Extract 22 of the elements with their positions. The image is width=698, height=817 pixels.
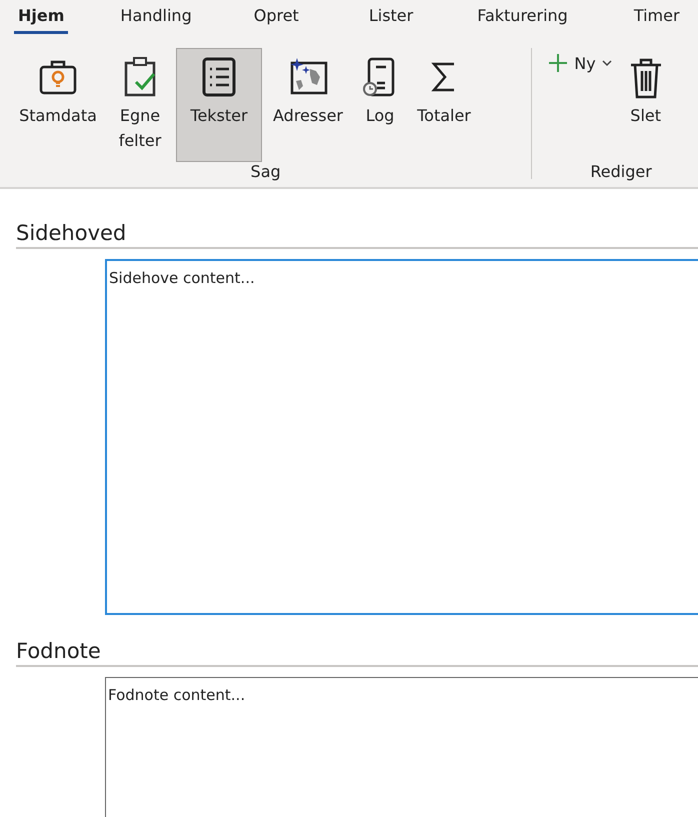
ribbon-tab[interactable]: Fakturering <box>473 0 572 34</box>
ribbon-button[interactable]: Egne felter <box>104 48 176 162</box>
group-label: Sag <box>250 162 282 183</box>
ribbon-tab[interactable]: Lister <box>364 0 418 34</box>
group-label: Rediger <box>589 162 653 183</box>
new-button[interactable]: Ny <box>544 48 616 78</box>
ribbon-button[interactable]: Adresser <box>262 48 354 162</box>
ribbon-button[interactable]: Slet <box>616 48 676 162</box>
ribbon-button[interactable]: Totaler <box>406 48 482 162</box>
ribbon-tab[interactable]: Hjem <box>14 0 68 34</box>
ribbon-button[interactable]: Stamdata <box>12 48 104 162</box>
ribbon-button[interactable]: Tekster <box>176 48 262 162</box>
section-heading: Fodnote <box>16 639 698 667</box>
text-field[interactable]: Fodnote content... <box>105 677 698 817</box>
ribbon-button[interactable]: Log <box>354 48 406 162</box>
ribbon-tab[interactable]: Opret <box>250 0 303 34</box>
ribbon-tab[interactable]: Timer <box>630 0 684 34</box>
ribbon-tab[interactable]: Handling <box>116 0 196 34</box>
plus-icon <box>548 53 568 73</box>
text-field[interactable]: Sidehove content... <box>105 259 698 615</box>
section-heading: Sidehoved <box>16 221 698 249</box>
chevron-down-icon <box>602 59 612 67</box>
